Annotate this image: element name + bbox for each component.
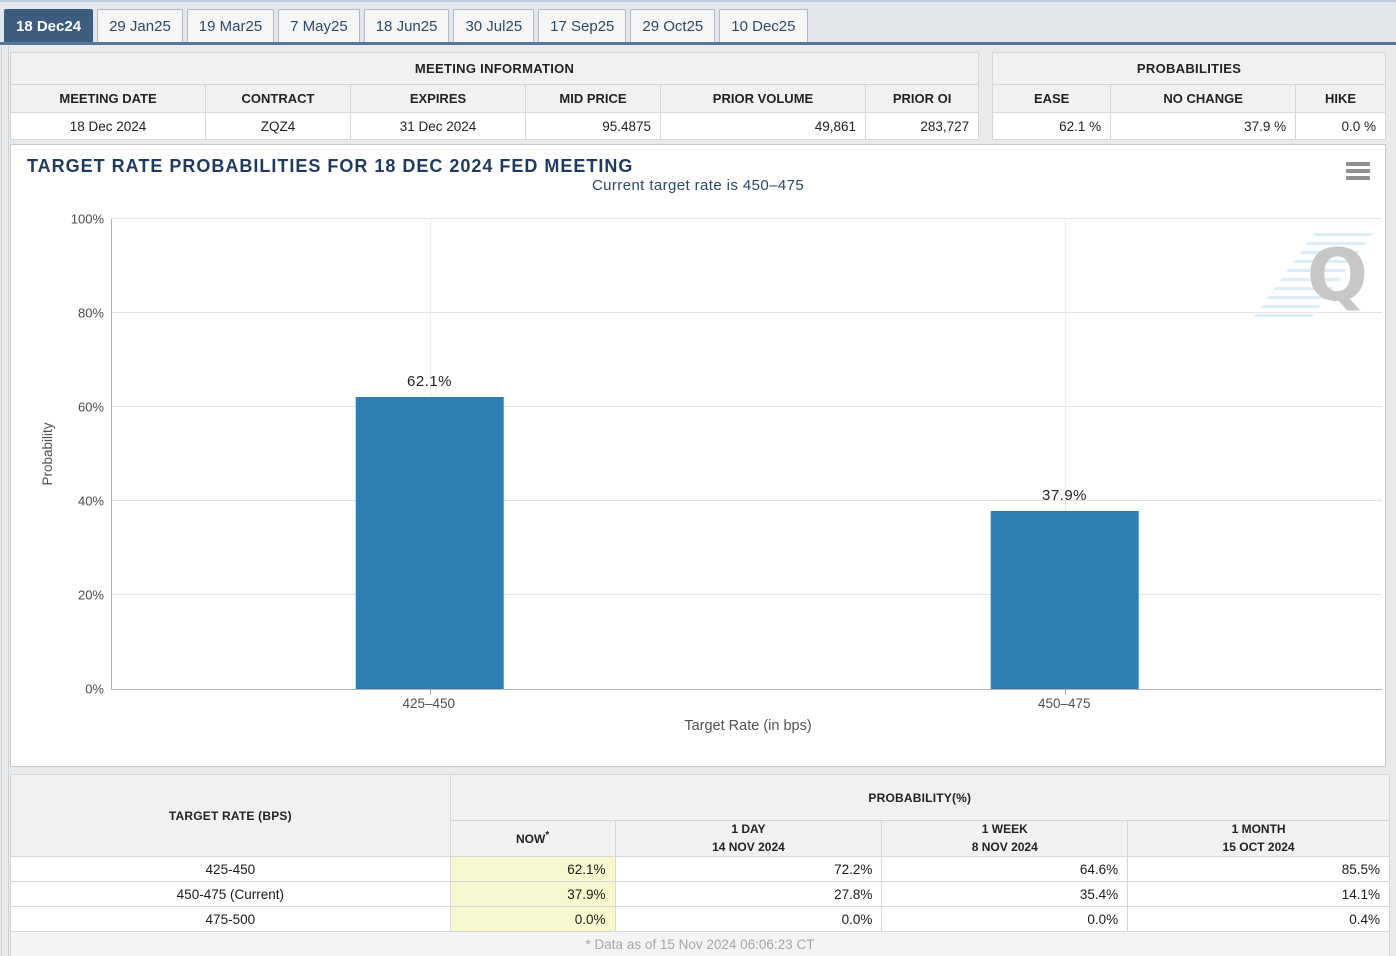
top-info-row: MEETING INFORMATION MEETING DATE CONTRAC… (10, 52, 1386, 140)
gridline (112, 500, 1382, 501)
week-cell: 35.4% (882, 882, 1128, 907)
plot-area: Probability Q 0%20%40%60%80%100%62.1%37.… (111, 219, 1382, 690)
col-meeting-date: MEETING DATE (11, 85, 206, 113)
col-hike: HIKE (1296, 85, 1386, 113)
prior-oi-value: 283,727 (866, 113, 979, 140)
col-expires: EXPIRES (351, 85, 526, 113)
gridline (112, 312, 1382, 313)
header-1-week: 1 WEEK8 NOV 2024 (882, 821, 1128, 857)
col-prior-oi: PRIOR OI (866, 85, 979, 113)
gridline (112, 406, 1382, 407)
tab-19-mar25[interactable]: 19 Mar25 (187, 9, 274, 42)
probability-bar (355, 397, 504, 689)
week-cell: 64.6% (882, 857, 1128, 882)
header-1-month: 1 MONTH15 OCT 2024 (1128, 821, 1390, 857)
week-cell: 0.0% (882, 907, 1128, 932)
day-cell: 72.2% (615, 857, 882, 882)
chart-subtitle: Current target rate is 450–475 (11, 177, 1385, 199)
meeting-date-tabbar: 18 Dec24 29 Jan25 19 Mar25 7 May25 18 Ju… (0, 0, 1396, 45)
rate-cell: 450-475 (Current) (11, 882, 451, 907)
tab-18-jun25[interactable]: 18 Jun25 (364, 9, 450, 42)
y-tick-label: 100% (71, 212, 104, 227)
gridline (112, 594, 1382, 595)
tab-7-may25[interactable]: 7 May25 (278, 9, 360, 42)
y-tick-label: 0% (85, 682, 104, 697)
x-category-label: 450–475 (1038, 696, 1091, 711)
y-tick-label: 20% (78, 588, 104, 603)
col-contract: CONTRACT (206, 85, 351, 113)
y-tick-label: 60% (78, 400, 104, 415)
prior-volume-value: 49,861 (661, 113, 866, 140)
gridline (112, 218, 1382, 219)
now-cell: 62.1% (450, 857, 615, 882)
mid-price-value: 95.4875 (526, 113, 661, 140)
month-cell: 85.5% (1128, 857, 1390, 882)
watermark-q-letter: Q (1307, 239, 1368, 311)
bar-value-label: 37.9% (1042, 487, 1087, 504)
month-cell: 14.1% (1128, 882, 1390, 907)
y-tick-label: 40% (78, 494, 104, 509)
probability-history-table: TARGET RATE (BPS) PROBABILITY(%) NOW* 1 … (10, 774, 1390, 956)
bar-value-label: 62.1% (407, 373, 452, 390)
meeting-information-title: MEETING INFORMATION (11, 53, 979, 85)
day-cell: 0.0% (615, 907, 882, 932)
expires-value: 31 Dec 2024 (351, 113, 526, 140)
meeting-information-table: MEETING INFORMATION MEETING DATE CONTRAC… (10, 52, 979, 140)
header-probability-group: PROBABILITY(%) (450, 775, 1389, 821)
probabilities-title: PROBABILITIES (993, 53, 1386, 85)
now-cell: 37.9% (450, 882, 615, 907)
chart-title: TARGET RATE PROBABILITIES FOR 18 DEC 202… (11, 145, 1385, 177)
tab-10-dec25[interactable]: 10 Dec25 (719, 9, 807, 42)
watermark-stripes (1249, 233, 1372, 323)
contract-value: ZQZ4 (206, 113, 351, 140)
day-cell: 27.8% (615, 882, 882, 907)
tab-30-jul25[interactable]: 30 Jul25 (453, 9, 534, 42)
y-tick-label: 80% (78, 306, 104, 321)
month-cell: 0.4% (1128, 907, 1390, 932)
header-target-rate-bps: TARGET RATE (BPS) (11, 775, 451, 857)
col-prior-volume: PRIOR VOLUME (661, 85, 866, 113)
table-row: 475-500 0.0% 0.0% 0.0% 0.4% (11, 907, 1390, 932)
x-axis-category-labels: 425–450 450–475 (111, 690, 1382, 716)
x-category-label: 425–450 (402, 696, 455, 711)
now-asterisk: * (545, 830, 549, 841)
ease-value: 62.1 % (993, 113, 1111, 140)
x-axis-title: Target Rate (in bps) (111, 716, 1385, 734)
col-mid-price: MID PRICE (526, 85, 661, 113)
probability-bar (990, 511, 1139, 689)
now-cell: 0.0% (450, 907, 615, 932)
col-ease: EASE (993, 85, 1111, 113)
header-now: NOW* (450, 821, 615, 857)
tab-29-oct25[interactable]: 29 Oct25 (630, 9, 715, 42)
no-change-value: 37.9 % (1111, 113, 1296, 140)
tab-18-dec24[interactable]: 18 Dec24 (4, 9, 93, 42)
page-left-border (1, 46, 9, 956)
probabilities-table: PROBABILITIES EASE NO CHANGE HIKE 62.1 %… (992, 52, 1386, 140)
hike-value: 0.0 % (1296, 113, 1386, 140)
hamburger-menu-icon[interactable] (1346, 162, 1370, 183)
tab-17-sep25[interactable]: 17 Sep25 (538, 9, 626, 42)
header-1-day: 1 DAY14 NOV 2024 (615, 821, 882, 857)
rate-cell: 425-450 (11, 857, 451, 882)
col-no-change: NO CHANGE (1111, 85, 1296, 113)
table-row: 425-450 62.1% 72.2% 64.6% 85.5% (11, 857, 1390, 882)
rate-cell: 475-500 (11, 907, 451, 932)
probabilities-row: 62.1 % 37.9 % 0.0 % (993, 113, 1386, 140)
meeting-information-row: 18 Dec 2024 ZQZ4 31 Dec 2024 95.4875 49,… (11, 113, 979, 140)
y-axis-title: Probability (40, 422, 55, 485)
target-rate-chart-panel: TARGET RATE PROBABILITIES FOR 18 DEC 202… (10, 144, 1386, 767)
meeting-date-value: 18 Dec 2024 (11, 113, 206, 140)
tab-29-jan25[interactable]: 29 Jan25 (97, 9, 183, 42)
table-row: 450-475 (Current) 37.9% 27.8% 35.4% 14.1… (11, 882, 1390, 907)
data-as-of-footnote: * Data as of 15 Nov 2024 06:06:23 CT (11, 932, 1390, 956)
